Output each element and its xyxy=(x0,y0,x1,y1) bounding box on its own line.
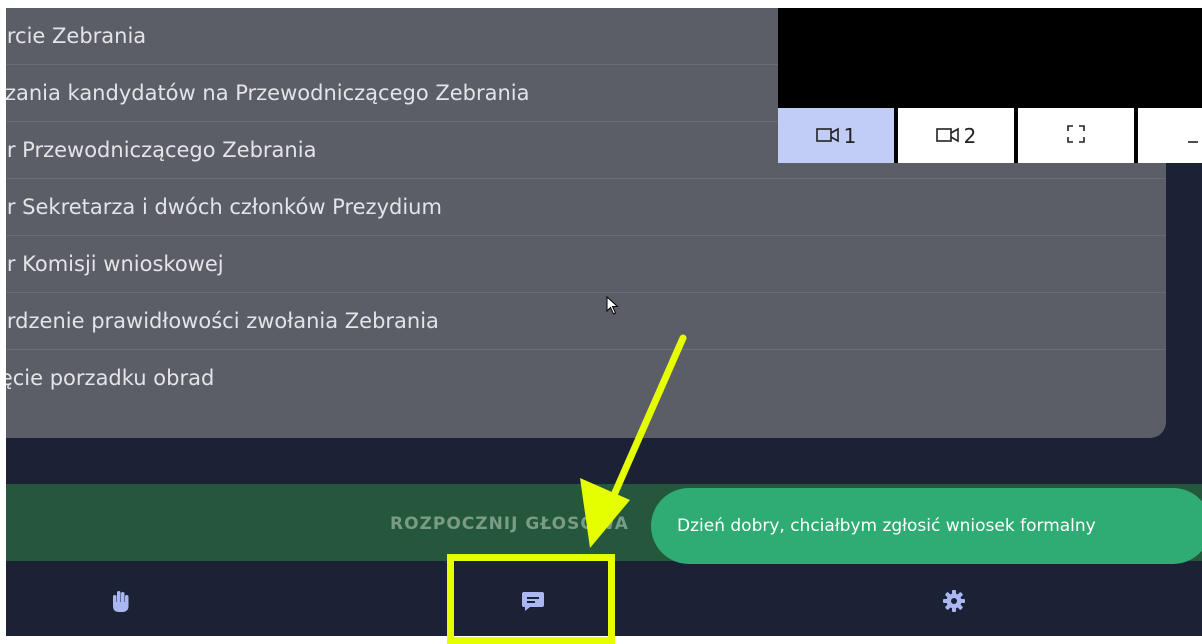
annotation-arrow xyxy=(580,334,687,548)
mouse-cursor-icon xyxy=(606,295,620,321)
